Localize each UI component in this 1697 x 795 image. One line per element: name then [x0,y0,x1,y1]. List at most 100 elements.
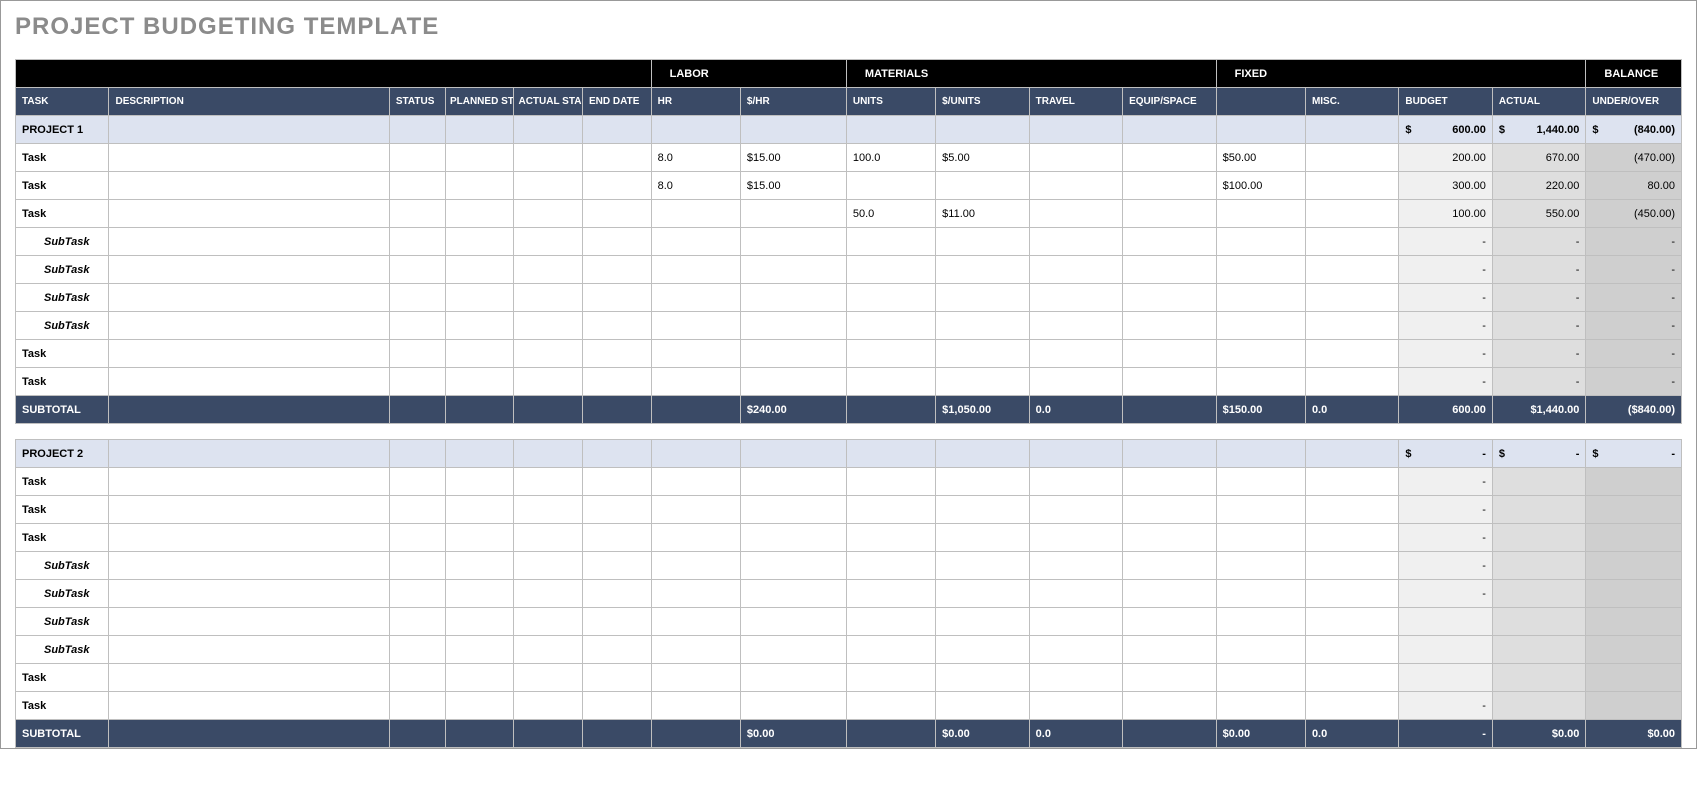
hr-cell[interactable] [651,200,740,228]
empty-cell[interactable] [445,116,514,144]
status-cell[interactable] [389,256,445,284]
misc-cell[interactable] [1305,692,1398,720]
fixed-cell[interactable] [1216,636,1305,664]
misc-cell[interactable] [1305,664,1398,692]
per-units-cell[interactable] [936,552,1029,580]
description-cell[interactable] [109,664,389,692]
units-cell[interactable] [846,692,935,720]
planned-start-cell[interactable] [445,228,514,256]
status-cell[interactable] [389,524,445,552]
misc-cell[interactable] [1305,468,1398,496]
actual-start-cell[interactable] [514,552,583,580]
fixed-cell[interactable] [1216,312,1305,340]
misc-cell[interactable] [1305,368,1398,396]
status-cell[interactable] [389,664,445,692]
per-hr-cell[interactable] [740,284,846,312]
travel-cell[interactable] [1029,228,1122,256]
travel-cell[interactable] [1029,524,1122,552]
per-units-cell[interactable] [936,312,1029,340]
misc-cell[interactable] [1305,580,1398,608]
per-hr-cell[interactable] [740,692,846,720]
units-cell[interactable] [846,256,935,284]
fixed-cell[interactable] [1216,496,1305,524]
description-cell[interactable] [109,228,389,256]
equip-cell[interactable] [1123,200,1217,228]
planned-start-cell[interactable] [445,580,514,608]
fixed-cell[interactable] [1216,664,1305,692]
per-units-cell[interactable] [936,664,1029,692]
empty-cell[interactable] [583,116,652,144]
actual-start-cell[interactable] [514,692,583,720]
per-hr-cell[interactable] [740,340,846,368]
hr-cell[interactable] [651,228,740,256]
equip-cell[interactable] [1123,608,1217,636]
travel-cell[interactable] [1029,692,1122,720]
description-cell[interactable] [109,580,389,608]
planned-start-cell[interactable] [445,608,514,636]
travel-cell[interactable] [1029,340,1122,368]
fixed-cell[interactable] [1216,368,1305,396]
end-date-cell[interactable] [583,368,652,396]
end-date-cell[interactable] [583,552,652,580]
per-units-cell[interactable] [936,172,1029,200]
end-date-cell[interactable] [583,144,652,172]
description-cell[interactable] [109,368,389,396]
misc-cell[interactable] [1305,228,1398,256]
status-cell[interactable] [389,144,445,172]
empty-cell[interactable] [740,440,846,468]
fixed-cell[interactable] [1216,580,1305,608]
description-cell[interactable] [109,144,389,172]
per-hr-cell[interactable] [740,368,846,396]
actual-start-cell[interactable] [514,664,583,692]
equip-cell[interactable] [1123,368,1217,396]
fixed-cell[interactable] [1216,284,1305,312]
per-units-cell[interactable]: $5.00 [936,144,1029,172]
units-cell[interactable] [846,580,935,608]
actual-start-cell[interactable] [514,284,583,312]
hr-cell[interactable] [651,524,740,552]
status-cell[interactable] [389,368,445,396]
empty-cell[interactable] [514,440,583,468]
hr-cell[interactable] [651,284,740,312]
equip-cell[interactable] [1123,692,1217,720]
equip-cell[interactable] [1123,552,1217,580]
per-units-cell[interactable] [936,636,1029,664]
actual-start-cell[interactable] [514,608,583,636]
status-cell[interactable] [389,468,445,496]
status-cell[interactable] [389,608,445,636]
misc-cell[interactable] [1305,636,1398,664]
units-cell[interactable] [846,228,935,256]
equip-cell[interactable] [1123,524,1217,552]
actual-start-cell[interactable] [514,228,583,256]
end-date-cell[interactable] [583,664,652,692]
units-cell[interactable] [846,368,935,396]
equip-cell[interactable] [1123,580,1217,608]
status-cell[interactable] [389,284,445,312]
description-cell[interactable] [109,200,389,228]
empty-cell[interactable] [936,116,1029,144]
hr-cell[interactable]: 8.0 [651,172,740,200]
misc-cell[interactable] [1305,608,1398,636]
per-hr-cell[interactable] [740,496,846,524]
empty-cell[interactable] [109,440,389,468]
hr-cell[interactable] [651,552,740,580]
per-hr-cell[interactable] [740,664,846,692]
hr-cell[interactable] [651,496,740,524]
fixed-cell[interactable] [1216,228,1305,256]
empty-cell[interactable] [1123,440,1217,468]
fixed-cell[interactable] [1216,692,1305,720]
planned-start-cell[interactable] [445,172,514,200]
misc-cell[interactable] [1305,144,1398,172]
end-date-cell[interactable] [583,496,652,524]
per-units-cell[interactable] [936,340,1029,368]
empty-cell[interactable] [846,440,935,468]
planned-start-cell[interactable] [445,284,514,312]
travel-cell[interactable] [1029,580,1122,608]
status-cell[interactable] [389,172,445,200]
planned-start-cell[interactable] [445,340,514,368]
equip-cell[interactable] [1123,664,1217,692]
status-cell[interactable] [389,228,445,256]
per-hr-cell[interactable] [740,636,846,664]
equip-cell[interactable] [1123,340,1217,368]
actual-start-cell[interactable] [514,496,583,524]
